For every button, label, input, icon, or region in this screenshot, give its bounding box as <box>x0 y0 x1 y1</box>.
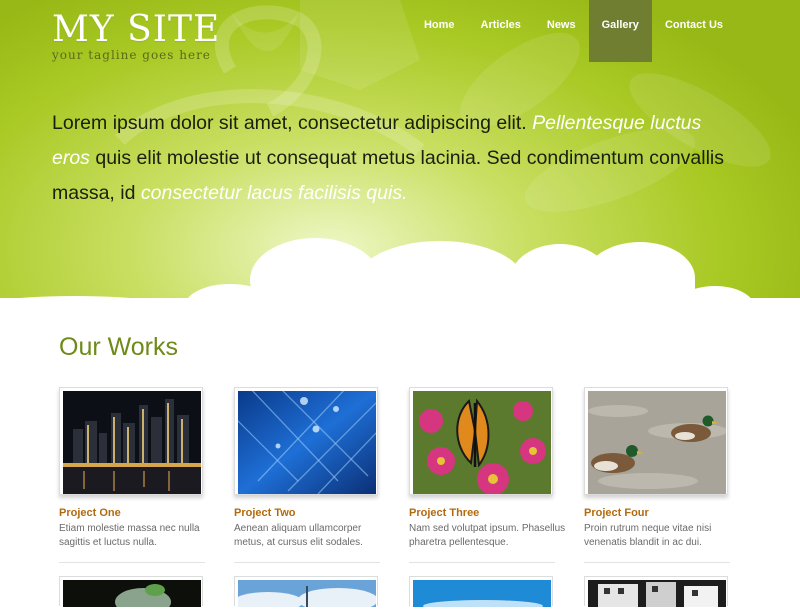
divider <box>59 562 205 563</box>
site-title: MY SITE <box>52 9 221 50</box>
divider <box>234 562 380 563</box>
intro-italic-2: consectetur lacus facilisis quis. <box>140 182 408 204</box>
nav-contact-us-label: Contact Us <box>664 19 723 32</box>
cloud-divider <box>0 238 800 315</box>
project-thumbnail[interactable] <box>59 387 203 495</box>
project-title[interactable]: Project Four <box>584 507 732 519</box>
butterfly-image <box>413 391 551 494</box>
dark-plant-image <box>63 580 201 611</box>
divider <box>584 562 730 563</box>
project-title[interactable]: Project Two <box>234 507 382 519</box>
nav-articles-label: Articles <box>480 19 521 32</box>
monochrome-building-image <box>588 580 726 607</box>
nav-news[interactable]: News <box>534 0 589 62</box>
nav-gallery[interactable]: Gallery <box>588 0 652 62</box>
intro-text: Lorem ipsum dolor sit amet, consectetur … <box>52 106 742 211</box>
nav-gallery-label: Gallery <box>601 19 639 32</box>
ducks-image <box>588 391 726 494</box>
site-tagline: your tagline goes here <box>52 48 211 62</box>
project-description: Etiam molestie massa nec nulla sagittis … <box>59 523 200 548</box>
project-thumbnail[interactable] <box>584 576 728 607</box>
project-thumbnail[interactable] <box>233 576 378 611</box>
city-skyline-image <box>63 391 201 494</box>
nav-articles[interactable]: Articles <box>468 0 534 62</box>
site-logo[interactable]: MY SITE your tagline goes here <box>52 8 220 62</box>
project-thumbnail[interactable] <box>409 576 553 611</box>
project-title[interactable]: Project Three <box>409 507 557 519</box>
project-card[interactable]: Project Three Nam sed volutpat ipsum. Ph… <box>409 387 565 550</box>
project-thumbnail[interactable] <box>59 576 203 611</box>
nav-news-label: News <box>546 19 576 32</box>
nav-contact-us[interactable]: Contact Us <box>652 0 736 62</box>
project-description: Aenean aliquam ullamcorper metus, at cur… <box>234 523 363 548</box>
project-card[interactable]: Project Two Aenean aliquam ullamcorper m… <box>234 387 382 550</box>
project-thumbnail[interactable] <box>409 387 553 495</box>
project-title[interactable]: Project One <box>59 507 207 519</box>
project-description: Proin rutrum neque vitae nisi venenatis … <box>584 523 712 548</box>
intro-part-1: Lorem ipsum dolor sit amet, consectetur … <box>52 112 527 134</box>
blue-sky-image <box>413 580 551 611</box>
divider <box>409 562 555 563</box>
project-card[interactable]: Project Four Proin rutrum neque vitae ni… <box>584 387 732 550</box>
project-description: Nam sed volutpat ipsum. Phasellus pharet… <box>409 523 566 548</box>
nav-home-label: Home <box>423 19 455 32</box>
header-hero: MY SITE your tagline goes here Home Arti… <box>0 0 800 315</box>
main-nav: Home Articles News Gallery Contact Us <box>411 0 736 62</box>
project-thumbnail[interactable] <box>234 387 378 495</box>
section-heading: Our Works <box>59 333 178 361</box>
project-card[interactable]: Project One Etiam molestie massa nec nul… <box>59 387 207 550</box>
project-thumbnail[interactable] <box>584 387 728 495</box>
water-drops-image <box>238 391 376 494</box>
nav-home[interactable]: Home <box>411 0 468 62</box>
sky-clouds-image <box>233 580 378 611</box>
